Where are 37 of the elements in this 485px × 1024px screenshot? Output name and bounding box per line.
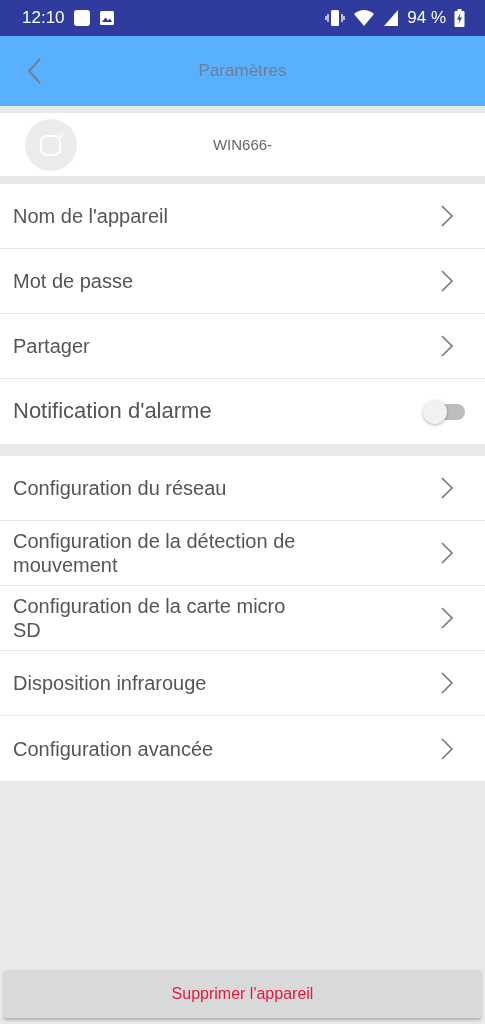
back-button[interactable] [26,57,42,85]
image-icon [98,10,115,26]
row-label: Configuration du réseau [13,476,227,500]
row-label: Disposition infrarouge [13,671,207,695]
settings-row[interactable]: Disposition infrarouge [0,651,485,716]
chevron-right-icon [440,671,454,695]
chevron-right-icon [440,269,454,293]
wifi-icon [353,9,376,27]
battery-level: 94 % [407,8,446,28]
signal-icon [383,9,400,27]
row-label: Configuration avancée [13,736,214,761]
battery-icon [454,9,465,27]
settings-row[interactable]: Configuration du réseau [0,456,485,521]
app-notification-icon [72,9,91,27]
device-name: WIN666- [212,136,273,153]
row-label: Configuration de la détection de mouvement [13,529,297,577]
settings-row[interactable]: Mot de passe [0,249,485,314]
chevron-right-icon [440,541,454,565]
vibrate-icon [325,9,346,27]
settings-row[interactable]: Partager [0,314,485,379]
toggle-switch[interactable] [423,398,465,425]
settings-row[interactable]: Configuration de la détection de mouvement [0,521,485,586]
chevron-right-icon [440,476,454,500]
chevron-right-icon [440,736,454,761]
chevron-right-icon [440,606,454,630]
clock-time: 12:10 [22,8,65,28]
row-label: Configuration de la carte micro SD [13,594,287,642]
row-label: Nom de l'appareil [13,204,168,228]
chevron-right-icon [440,204,454,228]
row-label: Notification d'alarme [13,398,212,425]
screen-title: Paramètres [198,61,287,81]
row-label: Partager [13,334,90,358]
settings-row[interactable]: Configuration avancée [0,716,485,781]
chevron-right-icon [440,334,454,358]
settings-row[interactable]: Configuration de la carte micro SD [0,586,485,651]
settings-row[interactable]: Nom de l'appareil [0,184,485,249]
row-label: Mot de passe [13,269,134,293]
